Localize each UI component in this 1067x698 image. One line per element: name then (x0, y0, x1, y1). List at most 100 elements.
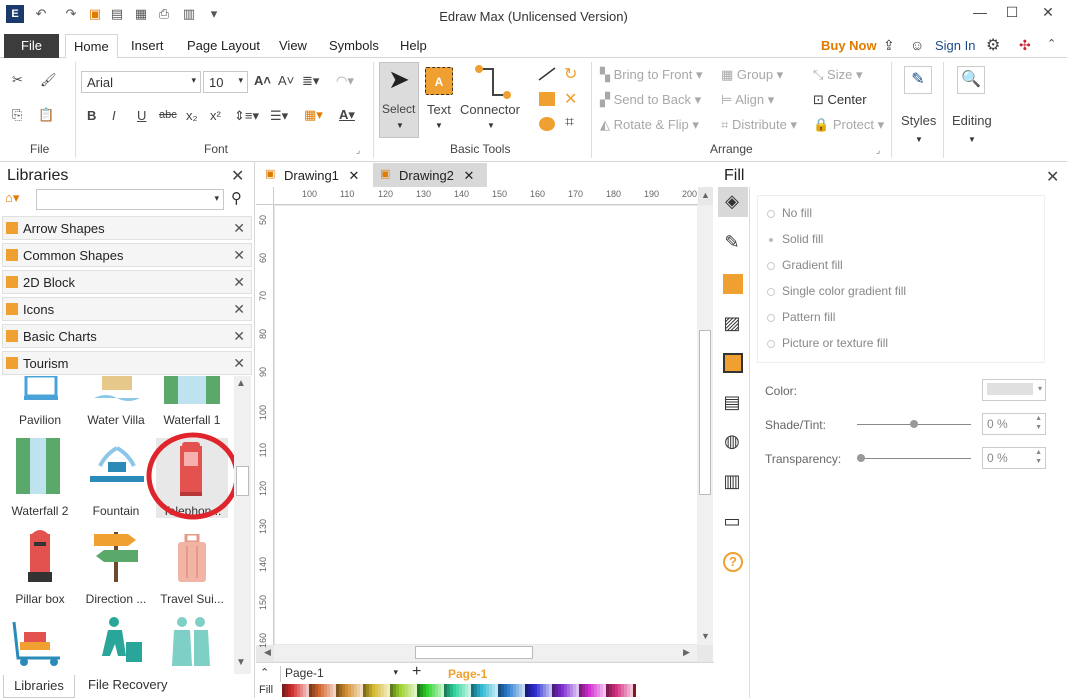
library-scrollbar[interactable] (234, 376, 251, 674)
library-item-icons[interactable]: Icons ✕ (2, 297, 252, 321)
add-page-icon[interactable]: + (412, 663, 421, 681)
center-button[interactable]: ⊡ Center (813, 92, 867, 108)
sign-in-link[interactable]: Sign In (935, 38, 975, 53)
font-color-icon[interactable]: A▾ (339, 107, 355, 123)
scroll-left-icon[interactable]: ◀ (264, 647, 271, 658)
library-item-tourism[interactable]: Tourism ✕ (2, 351, 252, 375)
tab-view[interactable]: View (279, 38, 307, 58)
transparency-slider-thumb[interactable] (857, 454, 865, 462)
shadow-icon[interactable] (723, 274, 743, 294)
shape-travel-suitcase[interactable]: Travel Sui... (156, 526, 228, 606)
styles-icon[interactable]: ✎ (904, 66, 932, 94)
close-libraries-icon[interactable]: ✕ (231, 166, 244, 186)
search-icon[interactable]: 🔍 (957, 66, 985, 94)
tab-insert[interactable]: Insert (131, 38, 164, 58)
scroll-up-icon[interactable]: ▲ (236, 378, 246, 389)
library-item-common-shapes[interactable]: Common Shapes ✕ (2, 243, 252, 267)
cut-icon[interactable]: ✂ (12, 72, 23, 88)
buy-now-link[interactable]: Buy Now (821, 38, 877, 53)
shape-pavilion[interactable]: Pavilion (4, 376, 76, 436)
close-icon[interactable]: ✕ (349, 168, 360, 183)
bring-to-front-button[interactable]: ▚ Bring to Front ▾ (600, 67, 703, 83)
attachment-icon[interactable]: ▥ (721, 471, 743, 493)
line-tool-icon[interactable] (537, 66, 557, 82)
line-spacing-icon[interactable]: ⇕≡▾ (234, 108, 259, 124)
font-name-select[interactable]: Arial ▾ (81, 71, 201, 93)
shade-tint-input[interactable]: 0 % ▲ ▼ (982, 413, 1046, 435)
scroll-down-icon[interactable]: ▼ (701, 631, 710, 641)
bold-icon[interactable]: B (87, 108, 96, 123)
send-to-back-button[interactable]: ▞ Send to Back ▾ (600, 92, 701, 108)
format-painter-icon[interactable]: 🖌 (40, 72, 57, 88)
file-menu[interactable]: File (4, 34, 59, 58)
fill-option-solid-fill[interactable]: Solid fill (767, 232, 823, 246)
shade-slider-thumb[interactable] (910, 420, 918, 428)
size-button[interactable]: ⤡ Size ▾ (813, 67, 862, 83)
color-picker[interactable]: ▾ (982, 379, 1046, 401)
text-highlight-icon[interactable]: ▦▾ (304, 107, 323, 123)
close-icon[interactable]: ✕ (233, 247, 245, 264)
shape-waterfall-2[interactable]: Waterfall 2 (4, 438, 76, 518)
drawing-page[interactable] (275, 206, 697, 644)
rotate-flip-button[interactable]: ◭ Rotate & Flip ▾ (600, 117, 699, 133)
fill-bucket-icon[interactable]: ◈ (721, 191, 743, 213)
underline-icon[interactable]: U (137, 108, 146, 123)
page-tab-page-1[interactable]: Page-1 (448, 667, 487, 681)
spinner-icon[interactable]: ▲ ▼ (1035, 414, 1042, 432)
align-button[interactable]: ⊨ Align ▾ (721, 92, 774, 108)
shape-pillar-box[interactable]: Pillar box (4, 526, 76, 606)
rectangle-tool-icon[interactable] (539, 92, 555, 106)
library-item-basic-charts[interactable]: Basic Charts ✕ (2, 324, 252, 348)
text-tool-icon[interactable]: A (425, 67, 453, 95)
decrease-font-icon[interactable]: A˅ (278, 73, 294, 88)
library-item-2d-block[interactable]: 2D Block ✕ (2, 270, 252, 294)
image-icon[interactable]: ▨ (721, 313, 743, 335)
page-select[interactable]: Page-1 ▾ (280, 666, 402, 682)
close-window-button[interactable]: ✕ (1034, 4, 1062, 21)
library-item-arrow-shapes[interactable]: Arrow Shapes ✕ (2, 216, 252, 240)
help-icon[interactable]: ? (723, 552, 743, 572)
text-label[interactable]: Text (427, 102, 451, 117)
close-icon[interactable]: ✕ (233, 220, 245, 237)
fill-option-pattern-fill[interactable]: Pattern fill (767, 310, 835, 324)
shape-fountain[interactable]: Fountain (80, 438, 152, 518)
palette-swatch[interactable] (633, 684, 636, 697)
close-icon[interactable]: ✕ (233, 328, 245, 345)
fill-option-no-fill[interactable]: No fill (767, 206, 812, 220)
crop-tool-icon[interactable]: ⌗ (565, 114, 574, 132)
ellipse-tool-icon[interactable] (539, 117, 555, 131)
tab-libraries[interactable]: Libraries (3, 675, 75, 698)
editing-button[interactable]: Editing (952, 113, 992, 128)
home-icon[interactable]: ⌂▾ (5, 190, 19, 206)
protect-button[interactable]: 🔒 Protect ▾ (813, 117, 884, 133)
italic-icon[interactable]: I (112, 108, 116, 123)
minimize-button[interactable]: — (966, 4, 994, 20)
close-fill-panel-icon[interactable]: ✕ (1046, 167, 1059, 187)
canvas-vscroll-thumb[interactable] (699, 330, 711, 495)
line-pen-icon[interactable]: ✎ (721, 232, 743, 254)
font-size-select[interactable]: 10 ▾ (203, 71, 248, 93)
tab-page-layout[interactable]: Page Layout (187, 38, 260, 58)
tab-file-recovery[interactable]: File Recovery (88, 677, 167, 692)
comment-icon[interactable]: ▭ (721, 511, 743, 533)
settings-gear-icon[interactable]: ⚙ (986, 35, 1000, 55)
group-button[interactable]: ▦ Group ▾ (721, 67, 783, 83)
share-icon[interactable]: ⇪ (883, 37, 895, 54)
close-icon[interactable]: ✕ (233, 301, 245, 318)
tab-home[interactable]: Home (65, 34, 118, 59)
cross-tool-icon[interactable]: ✕ (564, 89, 577, 109)
subscript-icon[interactable]: x₂ (186, 108, 198, 123)
styles-button[interactable]: Styles (901, 113, 936, 128)
library-search-input[interactable]: ▾ (36, 189, 224, 210)
canvas-hscroll-thumb[interactable] (415, 646, 533, 659)
close-icon[interactable]: ✕ (233, 274, 245, 291)
shape-water-villa[interactable]: Water Villa (80, 376, 152, 436)
search-icon[interactable]: ⚲ (231, 189, 242, 207)
tab-help[interactable]: Help (400, 38, 427, 58)
connector-label[interactable]: Connector (460, 102, 520, 117)
bullets-icon[interactable]: ☰▾ (270, 108, 288, 124)
shape-waterfall-1[interactable]: Waterfall 1 (156, 376, 228, 436)
increase-font-icon[interactable]: A˄ (254, 73, 271, 88)
library-scroll-thumb[interactable] (236, 466, 249, 496)
close-icon[interactable]: ✕ (233, 355, 245, 372)
